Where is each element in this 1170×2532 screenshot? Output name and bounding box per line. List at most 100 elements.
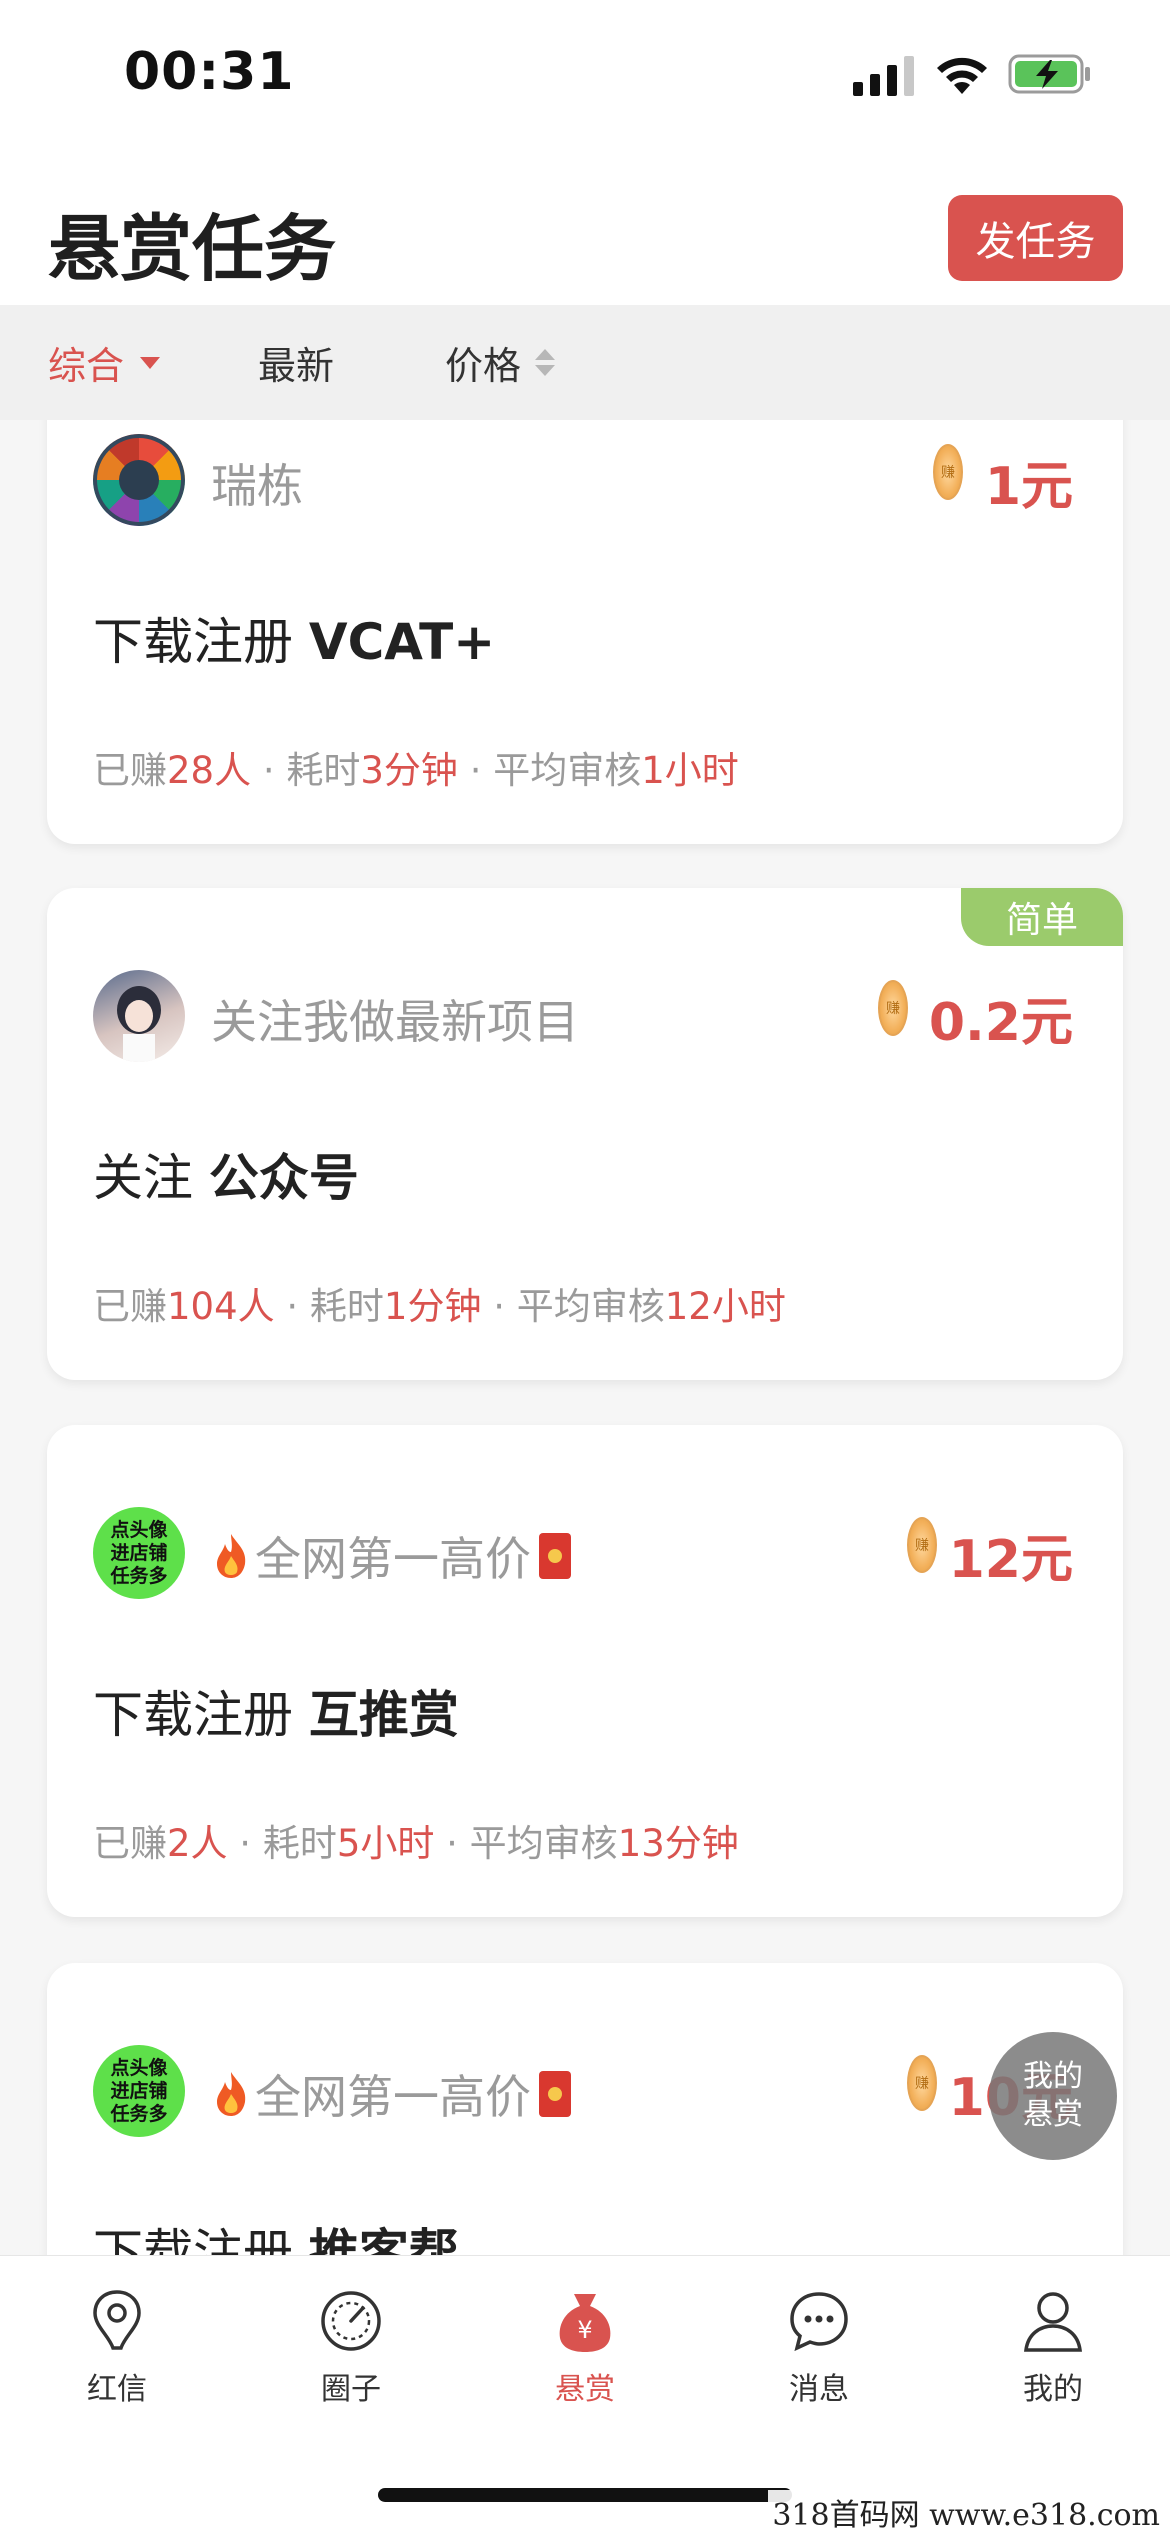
task-price: 12元 xyxy=(948,1530,1073,1590)
task-price: 1元 xyxy=(984,457,1073,517)
chat-bubble-icon xyxy=(790,2292,848,2352)
avatar-text: 任务多 xyxy=(110,1564,168,1587)
avatar-text: 进店铺 xyxy=(110,1541,168,1564)
task-title: 下载注册 互推赏 xyxy=(93,1675,459,1747)
avatar-text: 点头像 xyxy=(110,1518,168,1541)
anime-avatar-icon xyxy=(117,986,161,1062)
stat-label: · 平均审核 xyxy=(457,749,642,792)
fire-icon xyxy=(217,2072,246,2116)
tab-label: 悬赏 xyxy=(555,2372,615,2407)
task-action: 下载注册 xyxy=(93,613,293,671)
page-title: 悬赏任务 xyxy=(48,207,337,291)
coin-icon: 赚 xyxy=(907,1517,937,1573)
stat-time: 3分钟 xyxy=(360,749,458,792)
stat-label: · 平均审核 xyxy=(481,1285,665,1328)
avatar[interactable]: 点头像 进店铺 任务多 xyxy=(93,1507,185,1599)
task-stats: 已赚104人 · 耗时1分钟 · 平均审核12小时 xyxy=(93,1276,786,1330)
sort-arrows-icon xyxy=(535,349,556,376)
red-packet-icon xyxy=(539,1533,571,1579)
task-stats: 已赚2人 · 耗时5小时 · 平均审核13分钟 xyxy=(93,1813,739,1867)
task-app-name: 互推赏 xyxy=(308,1686,459,1744)
task-card[interactable]: 瑞栋 赚 1元 下载注册 VCAT+ 已赚28人 · 耗时3分钟 · 平均审核1… xyxy=(47,420,1123,844)
location-pin-icon xyxy=(93,2290,141,2350)
watermark: 318首码网 www.e318.com xyxy=(768,2490,1164,2532)
stat-label: 已赚 xyxy=(93,1822,167,1865)
filter-comprehensive[interactable]: 综合 xyxy=(48,305,161,420)
caret-down-icon xyxy=(140,356,161,369)
avatar[interactable]: 点头像 进店铺 任务多 xyxy=(93,2045,185,2137)
avatar-text: 点头像 xyxy=(110,2056,168,2079)
stat-label: 已赚 xyxy=(93,1285,167,1328)
task-app-name: 推客帮 xyxy=(308,2224,459,2255)
task-action: 下载注册 xyxy=(93,2224,293,2255)
tab-label: 我的 xyxy=(1023,2372,1083,2407)
filter-latest[interactable]: 最新 xyxy=(258,305,334,420)
float-button-label: 我的 xyxy=(1023,2059,1083,2094)
stat-time: 5小时 xyxy=(336,1822,435,1865)
filter-price[interactable]: 价格 xyxy=(445,305,556,420)
publisher-row: 全网第一高价 xyxy=(211,1523,571,1589)
tab-label: 红信 xyxy=(87,2372,147,2407)
fire-icon xyxy=(217,1534,246,1578)
stat-review: 13分钟 xyxy=(617,1822,739,1865)
svg-text:¥: ¥ xyxy=(577,2316,592,2344)
task-title: 下载注册 推客帮 xyxy=(93,2213,459,2255)
tab-bounty[interactable]: ¥ 悬赏 xyxy=(510,2286,660,2408)
stat-time: 1分钟 xyxy=(383,1285,482,1328)
tab-label: 消息 xyxy=(789,2372,849,2407)
tab-circle[interactable]: 圈子 xyxy=(276,2286,426,2408)
person-icon xyxy=(1024,2292,1082,2352)
task-card[interactable]: 简单 关注我做最新项目 赚 0.2元 关注 公众号 已赚104人 · 耗时1分钟… xyxy=(47,888,1123,1380)
task-card[interactable]: 点头像 进店铺 任务多 全网第一高价 赚 10元 下载注册 推客帮 xyxy=(47,1963,1123,2255)
status-time: 00:31 xyxy=(124,42,295,102)
status-bar: 00:31 xyxy=(0,0,1170,150)
red-packet-icon xyxy=(539,2071,571,2117)
home-indicator[interactable] xyxy=(378,2488,792,2502)
stat-label: · 耗时 xyxy=(274,1285,384,1328)
publisher-row: 全网第一高价 xyxy=(211,2061,571,2127)
stat-earned: 2人 xyxy=(167,1822,228,1865)
publisher-name: 全网第一高价 xyxy=(255,1532,531,1586)
task-title: 关注 公众号 xyxy=(93,1138,359,1210)
tab-hongxin[interactable]: 红信 xyxy=(42,2286,192,2408)
difficulty-badge: 简单 xyxy=(961,888,1123,946)
tab-mine[interactable]: 我的 xyxy=(978,2286,1128,2408)
avatar[interactable] xyxy=(93,434,185,526)
compass-icon xyxy=(321,2291,381,2351)
tab-messages[interactable]: 消息 xyxy=(744,2286,894,2408)
wifi-icon xyxy=(937,57,987,94)
stat-label: · 耗时 xyxy=(227,1822,337,1865)
publisher-name: 关注我做最新项目 xyxy=(211,995,579,1049)
money-bag-icon: ¥ xyxy=(559,2294,611,2352)
coin-icon: 赚 xyxy=(933,444,963,500)
filter-label: 最新 xyxy=(258,344,335,388)
task-title: 下载注册 VCAT+ xyxy=(93,602,495,674)
stat-label: · 耗时 xyxy=(251,749,361,792)
stat-earned: 104人 xyxy=(167,1285,275,1328)
task-app-name: VCAT+ xyxy=(308,613,496,671)
task-action: 下载注册 xyxy=(93,1686,293,1744)
cellular-signal-icon xyxy=(853,56,914,96)
stat-review: 1小时 xyxy=(641,749,739,792)
battery-charging-icon xyxy=(1008,54,1090,94)
publisher-name: 全网第一高价 xyxy=(255,2070,531,2124)
coin-icon: 赚 xyxy=(878,980,908,1036)
coin-icon: 赚 xyxy=(907,2055,937,2111)
task-card[interactable]: 点头像 进店铺 任务多 全网第一高价 赚 12元 下载注册 互推赏 已赚2人 ·… xyxy=(47,1425,1123,1917)
avatar-text: 进店铺 xyxy=(110,2079,168,2102)
filter-label: 综合 xyxy=(48,344,125,388)
tab-label: 圈子 xyxy=(321,2372,381,2407)
filter-bar: 综合 最新 价格 xyxy=(0,305,1170,420)
stat-earned: 28人 xyxy=(167,749,252,792)
publisher-name: 瑞栋 xyxy=(211,459,303,513)
my-rewards-float-button[interactable]: 我的 悬赏 xyxy=(989,2032,1117,2160)
nav-header: 悬赏任务 发任务 xyxy=(0,150,1170,305)
filter-label: 价格 xyxy=(445,344,522,388)
stat-label: · 平均审核 xyxy=(434,1822,618,1865)
task-action: 关注 xyxy=(93,1149,193,1207)
task-list[interactable]: 瑞栋 赚 1元 下载注册 VCAT+ 已赚28人 · 耗时3分钟 · 平均审核1… xyxy=(0,420,1170,2255)
publish-task-button[interactable]: 发任务 xyxy=(948,195,1123,281)
float-button-label: 悬赏 xyxy=(1023,2097,1083,2132)
avatar[interactable] xyxy=(93,970,185,1062)
stat-label: 已赚 xyxy=(93,749,167,792)
